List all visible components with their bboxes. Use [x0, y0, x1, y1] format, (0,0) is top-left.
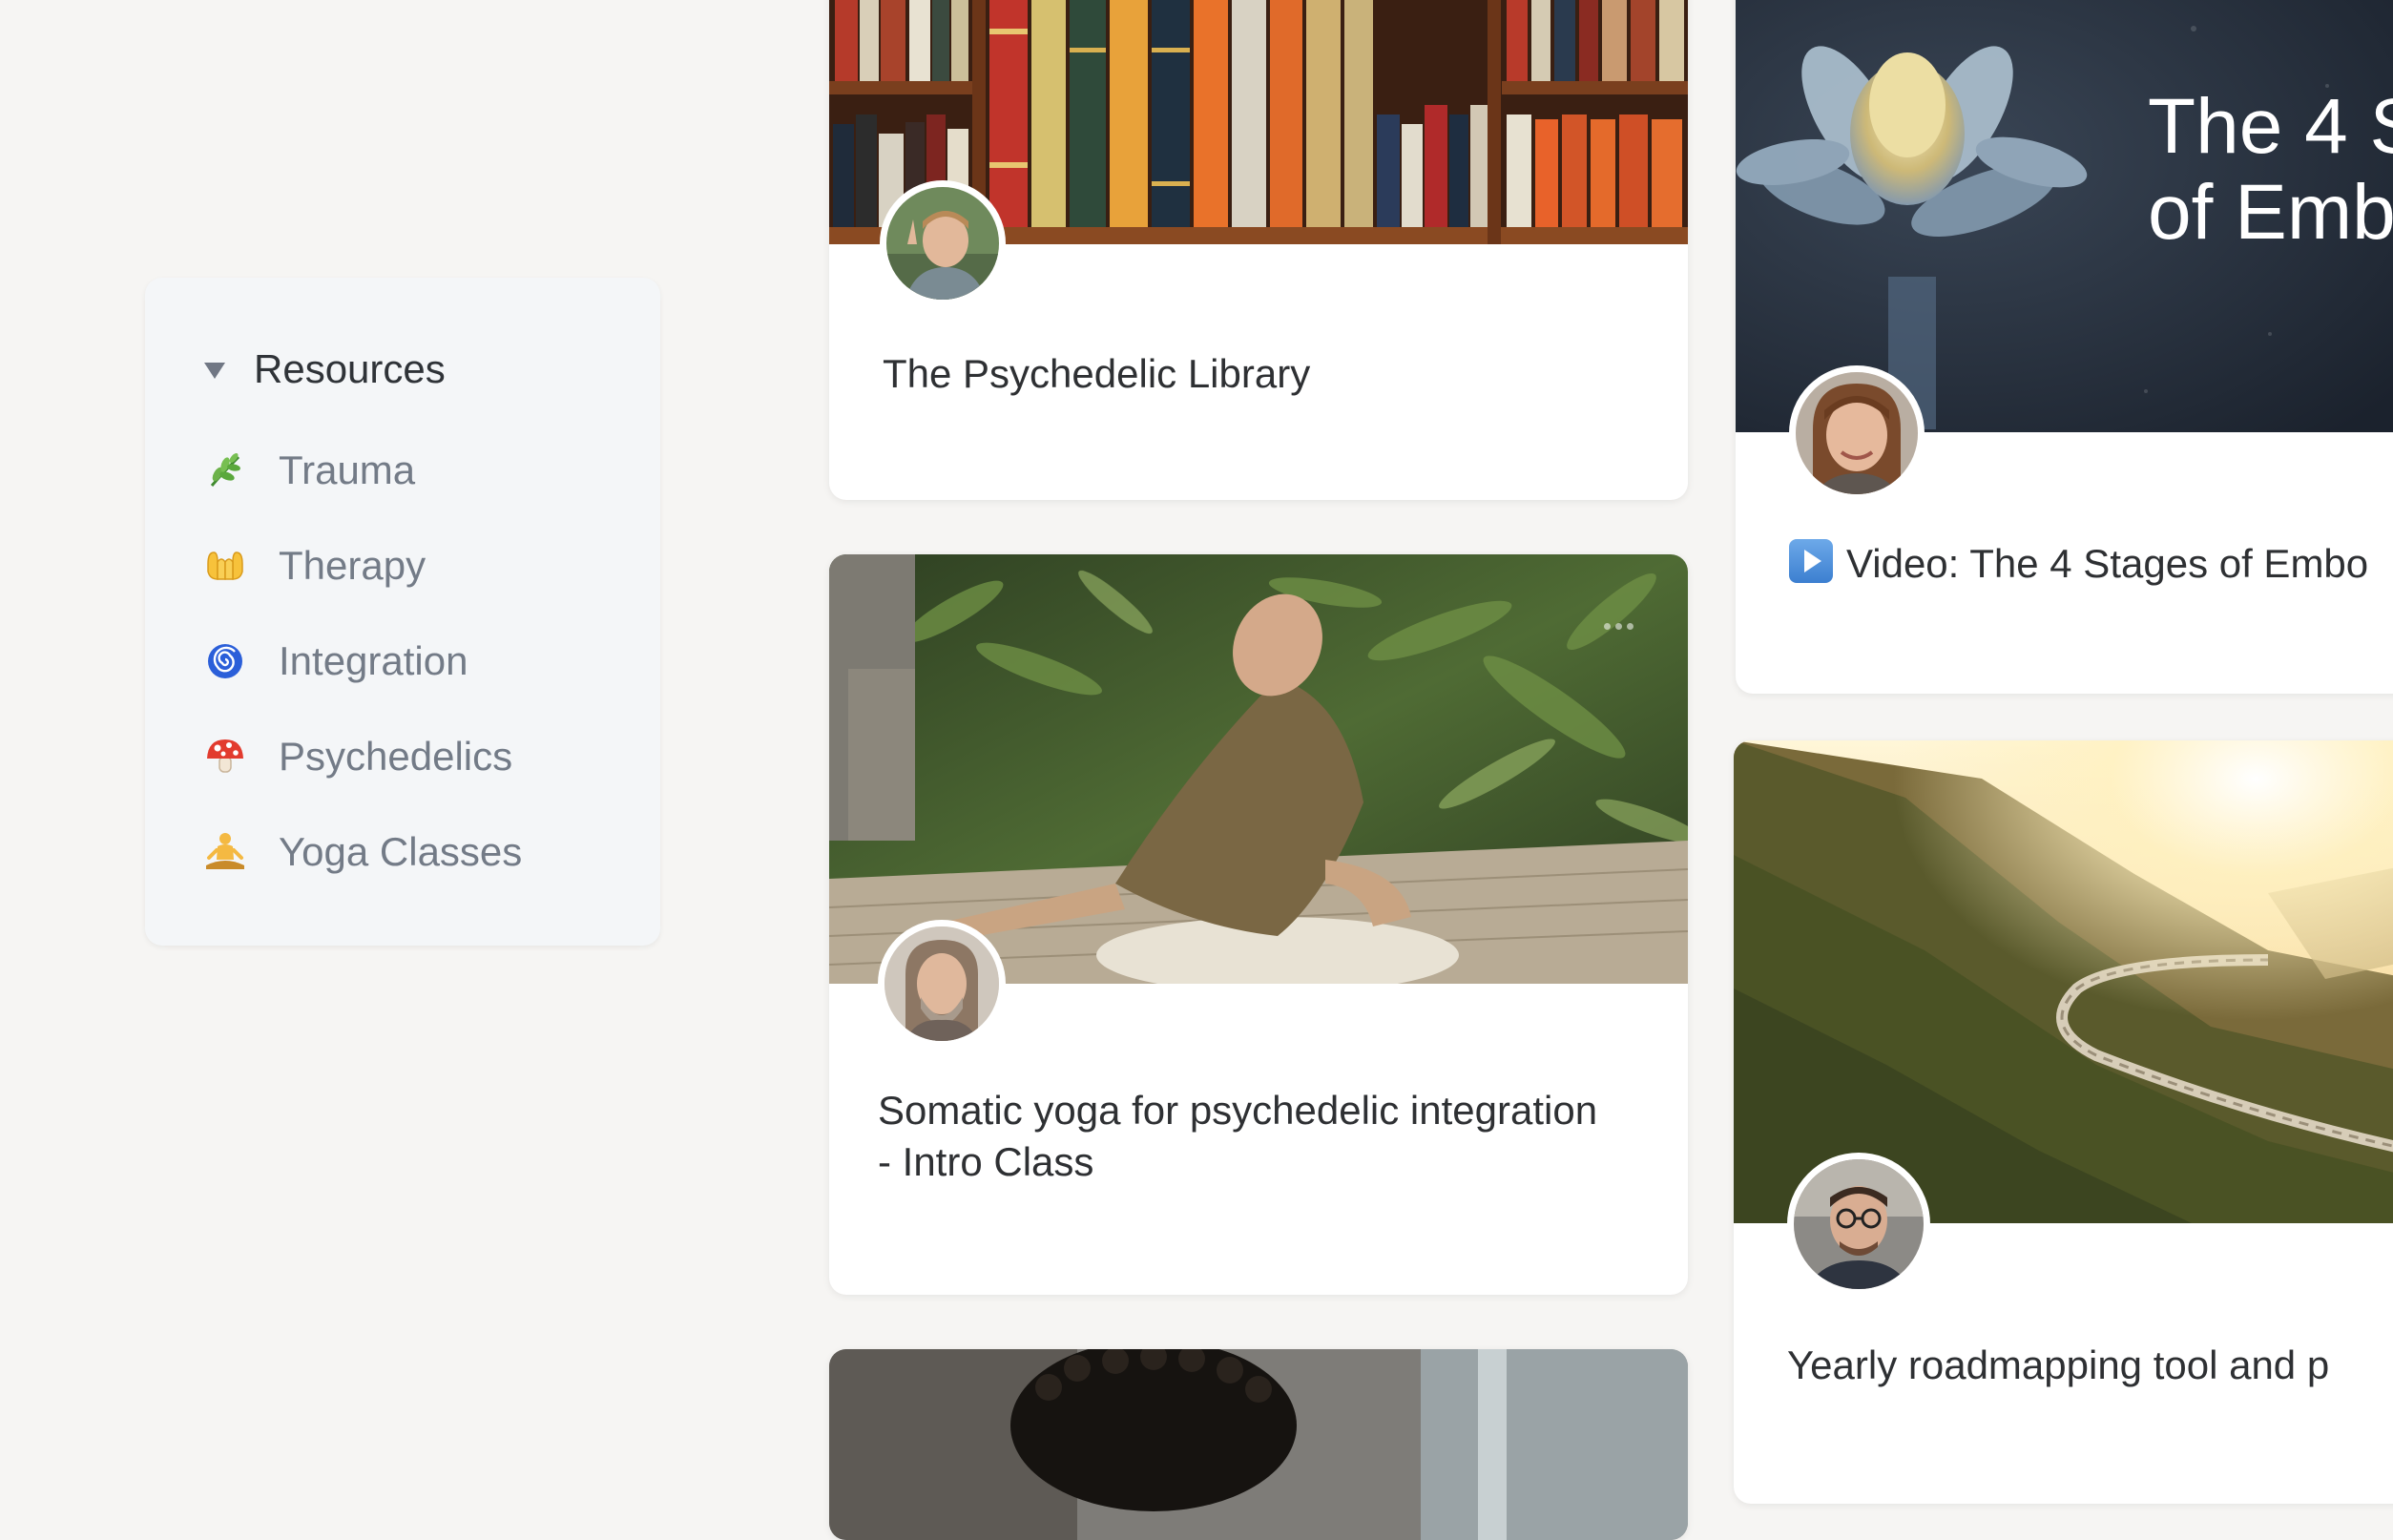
- author-avatar[interactable]: [880, 180, 1006, 306]
- sidebar-title: Resources: [254, 346, 446, 391]
- sidebar-item-psychedelics[interactable]: Psychedelics: [204, 734, 512, 780]
- card-title: Video: The 4 Stages of Embo: [1789, 538, 2368, 590]
- sidebar-item-yoga-classes[interactable]: Yoga Classes: [204, 829, 522, 875]
- yoga-photo: [829, 554, 1688, 984]
- banner-text-line-2: of Emb: [2148, 169, 2393, 256]
- sidebar-item-integration[interactable]: Integration: [204, 638, 468, 684]
- card-title: Somatic yoga for psychedelic integration…: [878, 1085, 1597, 1188]
- author-avatar[interactable]: [1789, 365, 1925, 501]
- author-avatar[interactable]: [1787, 1153, 1930, 1296]
- author-avatar[interactable]: [878, 920, 1006, 1048]
- play-button-icon: [1789, 539, 1833, 583]
- sidebar-item-label: Integration: [279, 638, 468, 683]
- mushroom-icon: [207, 739, 243, 773]
- card-title-line: - Intro Class: [878, 1139, 1094, 1184]
- lotus-banner: The 4 S of Emb: [1736, 0, 2393, 432]
- card-title-line: Somatic yoga for psychedelic integration: [878, 1088, 1598, 1133]
- herb-icon: [210, 453, 240, 487]
- sidebar-item-label: Psychedelics: [279, 734, 513, 779]
- sidebar-item-trauma[interactable]: Trauma: [204, 447, 415, 493]
- card-yearly-roadmapping[interactable]: Yearly roadmapping tool and p: [1734, 740, 2393, 1504]
- banner-text-line-1: The 4 S: [2148, 83, 2393, 170]
- portrait-photo: [829, 1349, 1688, 1540]
- open-hands-icon: [207, 551, 243, 580]
- sidebar-item-label: Trauma: [279, 447, 416, 492]
- resources-section-toggle[interactable]: Resources: [204, 346, 446, 392]
- card-title: Yearly roadmapping tool and p: [1787, 1342, 2330, 1387]
- resources-sidebar: Resources Trauma Therapy Integration Psy…: [145, 278, 660, 946]
- spiral-icon: [208, 644, 242, 678]
- caret-down-icon[interactable]: [204, 362, 225, 379]
- sidebar-item-therapy[interactable]: Therapy: [204, 543, 426, 589]
- card-partial-bottom[interactable]: [829, 1349, 1688, 1540]
- card-title-text: Video: The 4 Stages of Embo: [1846, 541, 2369, 586]
- mountain-road-photo: [1734, 740, 2393, 1223]
- card-psychedelic-library[interactable]: The Psychedelic Library: [829, 0, 1688, 500]
- sidebar-item-label: Therapy: [279, 543, 427, 588]
- card-title: The Psychedelic Library: [883, 351, 1311, 396]
- person-meditating-icon: [206, 833, 244, 869]
- card-somatic-yoga[interactable]: Somatic yoga for psychedelic integration…: [829, 554, 1688, 1295]
- card-video-embodiment[interactable]: The 4 S of Emb Video: The 4 Stages of Em…: [1736, 0, 2393, 694]
- more-options-icon[interactable]: [1604, 623, 1633, 630]
- sidebar-item-label: Yoga Classes: [279, 829, 523, 874]
